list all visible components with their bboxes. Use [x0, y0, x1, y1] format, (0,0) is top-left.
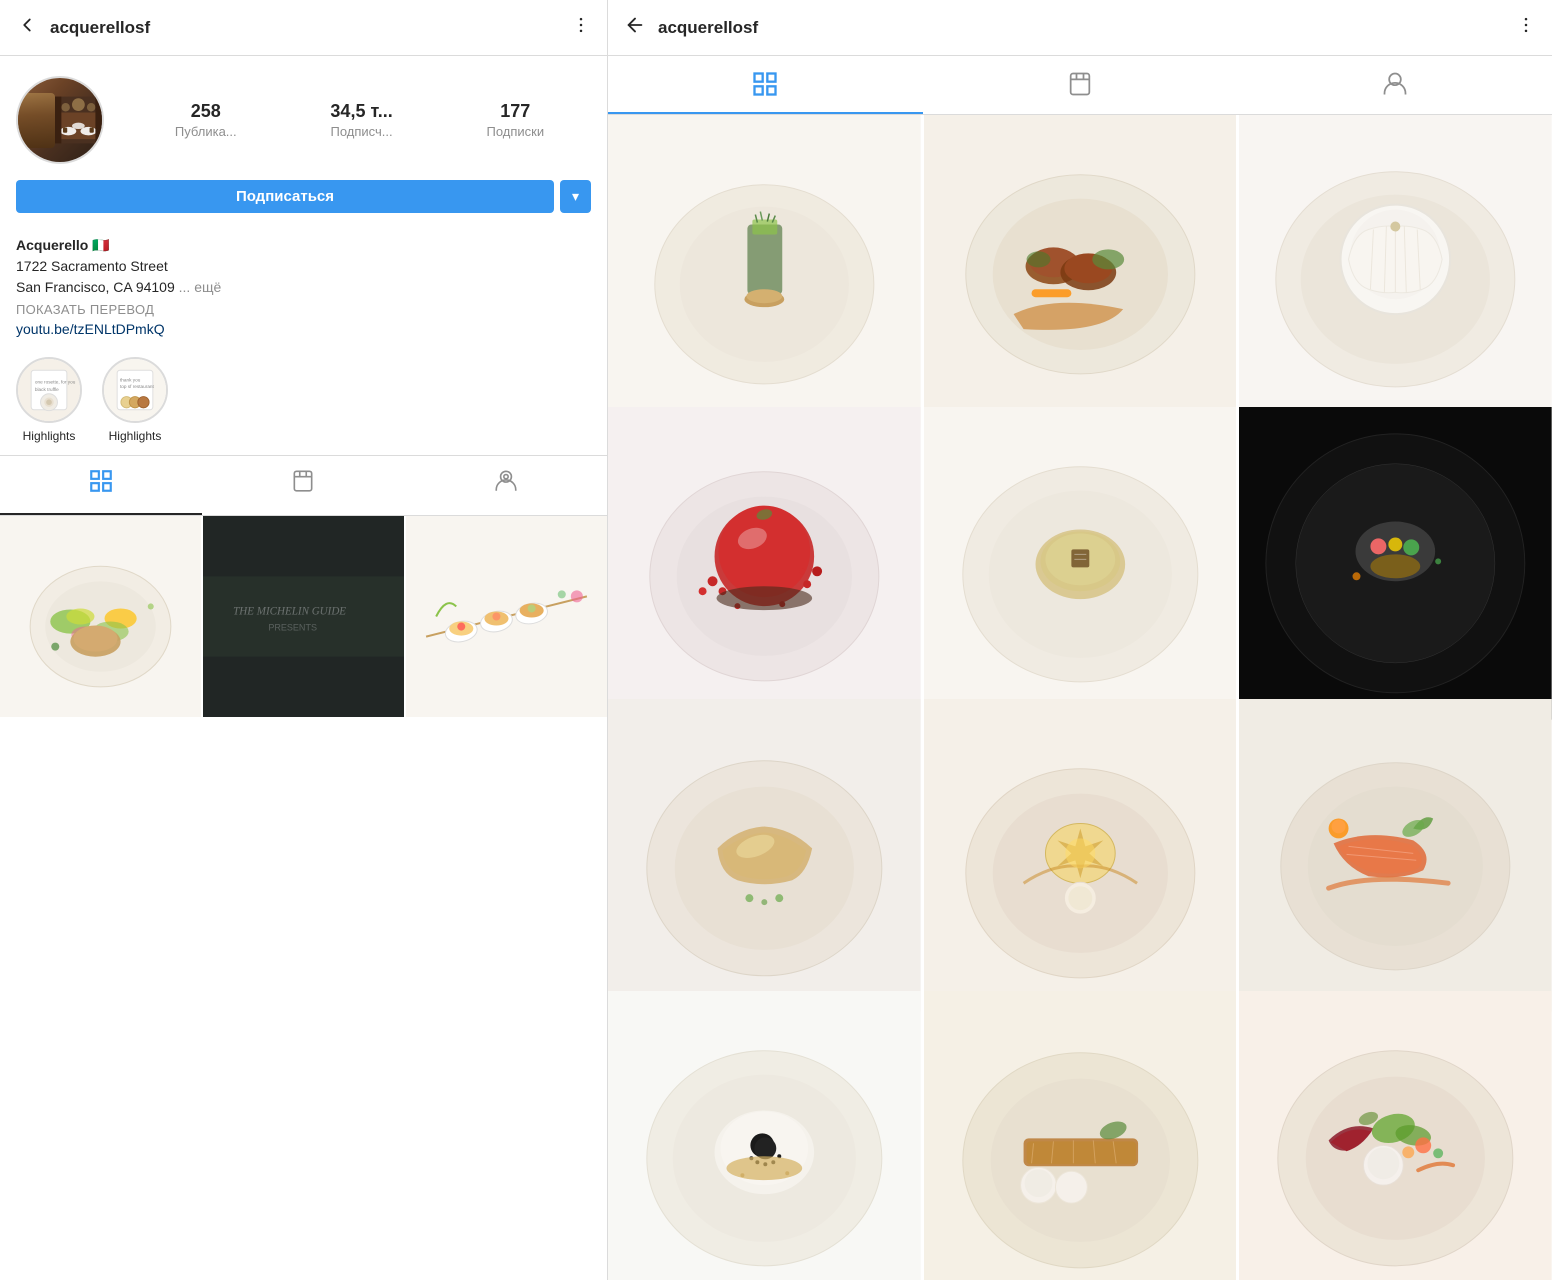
right-header: acquerellosf [608, 0, 1552, 56]
right-photo-6[interactable] [1239, 407, 1552, 720]
highlight-2[interactable]: thank you top sf restaurant Highlights [102, 357, 168, 443]
svg-text:one rosette, for you: one rosette, for you [35, 379, 76, 384]
highlight-1-circle: one rosette, for you black truffle [16, 357, 82, 423]
right-photo-10[interactable] [608, 991, 921, 1280]
left-tabs-bar [0, 456, 607, 516]
right-photo-9[interactable] [1239, 699, 1552, 1012]
right-panel: acquerellosf [608, 0, 1552, 1280]
right-more-icon[interactable] [1516, 15, 1536, 40]
right-back-icon[interactable] [624, 14, 646, 41]
photo-cell[interactable] [406, 516, 607, 717]
stat-following[interactable]: 177 Подписки [486, 101, 544, 139]
right-photo-3[interactable] [1239, 115, 1552, 428]
tab-igtv[interactable] [202, 456, 404, 515]
avatar[interactable] [16, 76, 104, 164]
posts-label: Публика... [175, 124, 237, 139]
right-photos-grid [608, 115, 1552, 1280]
subscribe-button[interactable]: Подписаться [16, 180, 554, 213]
right-username: acquerellosf [658, 18, 1516, 38]
posts-count: 258 [191, 101, 221, 122]
tagged-icon [493, 468, 519, 501]
right-tab-grid[interactable] [608, 56, 923, 114]
bio-address-city: San Francisco, CA 94109 [16, 279, 175, 295]
stat-followers[interactable]: 34,5 т... Подписч... [330, 101, 392, 139]
left-panel: acquerellosf [0, 0, 608, 1280]
right-photo-2[interactable] [924, 115, 1237, 428]
bio-address-1: 1722 Sacramento Street [16, 256, 591, 277]
tab-tagged[interactable] [405, 456, 607, 515]
photo-cell[interactable] [0, 516, 201, 717]
right-photo-11[interactable] [924, 991, 1237, 1280]
svg-text:top sf restaurant: top sf restaurant [120, 384, 155, 389]
highlight-2-circle: thank you top sf restaurant [102, 357, 168, 423]
grid-icon [88, 468, 114, 501]
action-buttons: Подписаться ▾ [16, 180, 591, 213]
right-tab-igtv[interactable] [923, 56, 1238, 114]
bio-section: Acquerello 🇮🇹 1722 Sacramento Street San… [0, 237, 607, 345]
tab-grid[interactable] [0, 456, 202, 515]
stats-container: 258 Публика... 34,5 т... Подписч... 177 … [128, 101, 591, 139]
right-photo-1[interactable] [608, 115, 921, 428]
bio-address-2: San Francisco, CA 94109 ... ещё [16, 277, 591, 298]
right-photo-8[interactable] [924, 699, 1237, 1012]
right-photo-4[interactable] [608, 407, 921, 720]
left-username: acquerellosf [50, 18, 571, 38]
left-header: acquerellosf [0, 0, 607, 56]
bio-name: Acquerello 🇮🇹 [16, 237, 591, 254]
highlight-1-label: Highlights [23, 429, 76, 443]
igtv-icon [290, 468, 316, 501]
right-photo-7[interactable] [608, 699, 921, 1012]
following-count: 177 [500, 101, 530, 122]
photo-cell[interactable]: THE MICHELIN GUIDE PRESENTS [203, 516, 404, 717]
highlight-2-label: Highlights [109, 429, 162, 443]
right-photo-5[interactable] [924, 407, 1237, 720]
followers-count: 34,5 т... [330, 101, 392, 122]
profile-section: 258 Публика... 34,5 т... Подписч... 177 … [0, 56, 607, 237]
followers-label: Подписч... [330, 124, 392, 139]
svg-text:thank you: thank you [120, 378, 141, 383]
highlight-1[interactable]: one rosette, for you black truffle Highl… [16, 357, 82, 443]
left-more-icon[interactable] [571, 15, 591, 41]
bio-link[interactable]: youtu.be/tzENLtDPmkQ [16, 321, 591, 337]
svg-text:black truffle: black truffle [35, 387, 59, 392]
dropdown-button[interactable]: ▾ [560, 180, 591, 213]
highlights-section: one rosette, for you black truffle Highl… [0, 345, 607, 456]
show-translation[interactable]: ПОКАЗАТЬ ПЕРЕВОД [16, 302, 591, 317]
back-icon[interactable] [16, 14, 38, 42]
left-photos-grid: THE MICHELIN GUIDE PRESENTS [0, 516, 607, 1280]
right-tab-tagged[interactable] [1237, 56, 1552, 114]
following-label: Подписки [486, 124, 544, 139]
right-photo-12[interactable] [1239, 991, 1552, 1280]
bio-more[interactable]: ... ещё [179, 279, 222, 295]
right-tabs [608, 56, 1552, 115]
profile-top: 258 Публика... 34,5 т... Подписч... 177 … [16, 76, 591, 164]
stat-posts[interactable]: 258 Публика... [175, 101, 237, 139]
